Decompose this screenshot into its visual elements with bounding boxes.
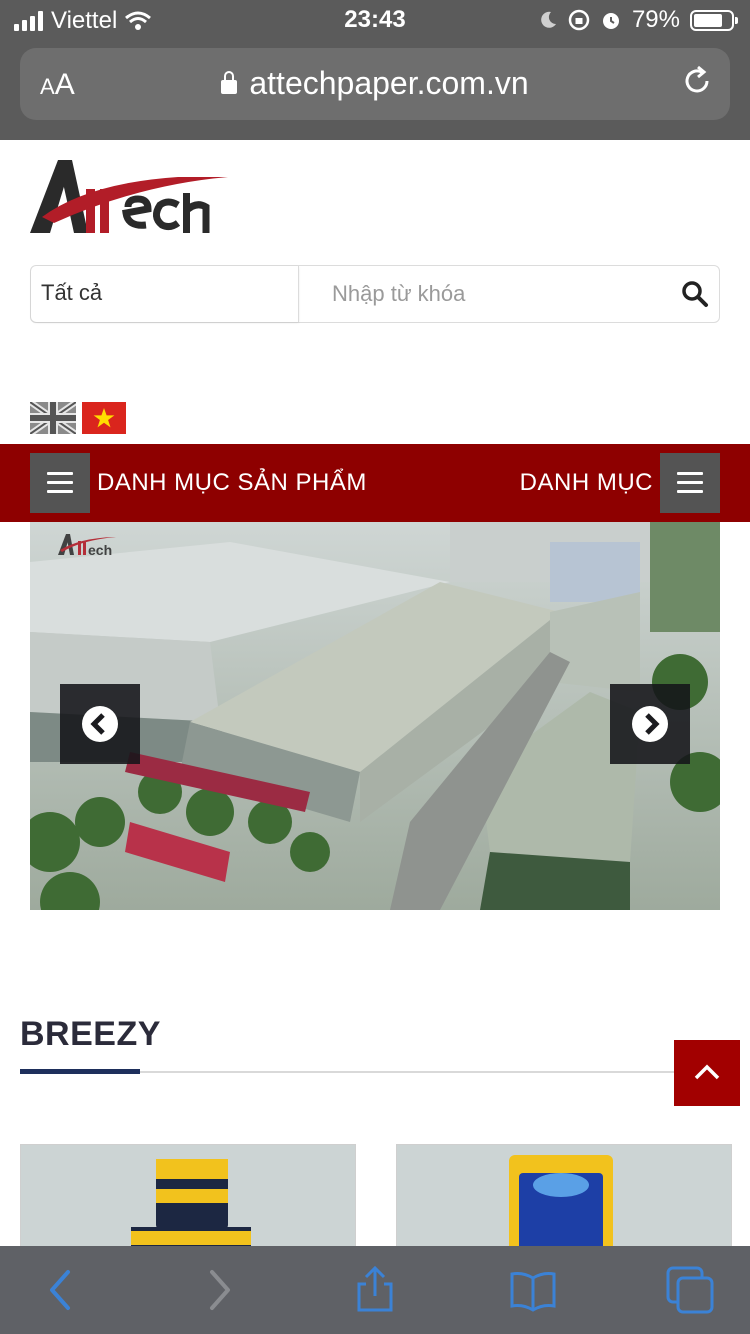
category-select[interactable]: Tất cả <box>31 266 299 322</box>
back-icon[interactable] <box>38 1266 86 1314</box>
flag-vietnam-icon[interactable] <box>82 402 126 434</box>
alarm-icon <box>602 13 619 29</box>
product-categories-link[interactable]: DANH MỤC SẢN PHẨM <box>97 469 367 497</box>
tabs-icon[interactable] <box>666 1266 714 1314</box>
browser-chrome: Viettel 23:43 79% AA attechpaper.com.vn <box>0 0 750 140</box>
lock-icon <box>221 71 238 94</box>
moon-icon <box>541 11 556 28</box>
menu-icon[interactable] <box>660 453 720 513</box>
battery-percent: 79% <box>631 6 680 33</box>
svg-text:ech: ech <box>88 542 112 558</box>
reload-icon[interactable] <box>680 64 714 98</box>
categories-link[interactable]: DANH MỤC <box>520 469 653 497</box>
share-icon[interactable] <box>351 1266 399 1314</box>
url-text[interactable]: attechpaper.com.vn <box>249 65 528 101</box>
back-to-top-button[interactable] <box>674 1040 740 1106</box>
search-input[interactable] <box>316 266 666 322</box>
hero-slider[interactable]: ech <box>30 522 720 910</box>
bookmarks-icon[interactable] <box>509 1266 557 1314</box>
forward-icon[interactable] <box>194 1266 242 1314</box>
search-bar: Tất cả <box>30 265 720 323</box>
chevron-left-icon <box>90 713 105 735</box>
slider-next-button[interactable] <box>610 684 690 764</box>
search-icon[interactable] <box>681 280 709 308</box>
slider-prev-button[interactable] <box>60 684 140 764</box>
address-bar[interactable]: AA attechpaper.com.vn <box>20 48 730 120</box>
status-bar: Viettel 23:43 79% <box>0 0 750 42</box>
section-divider-accent <box>20 1069 140 1074</box>
browser-toolbar <box>0 1246 750 1334</box>
rotation-lock-icon <box>568 9 590 31</box>
flag-english-icon[interactable] <box>30 402 76 434</box>
section-title: BREEZY <box>20 1015 161 1053</box>
category-nav: DANH MỤC SẢN PHẨM DANH MỤC <box>0 444 750 522</box>
chevron-up-icon <box>694 1064 720 1080</box>
chevron-right-icon <box>645 713 660 735</box>
attech-logo[interactable] <box>28 155 233 240</box>
battery-icon <box>690 9 738 31</box>
menu-icon[interactable] <box>30 453 90 513</box>
